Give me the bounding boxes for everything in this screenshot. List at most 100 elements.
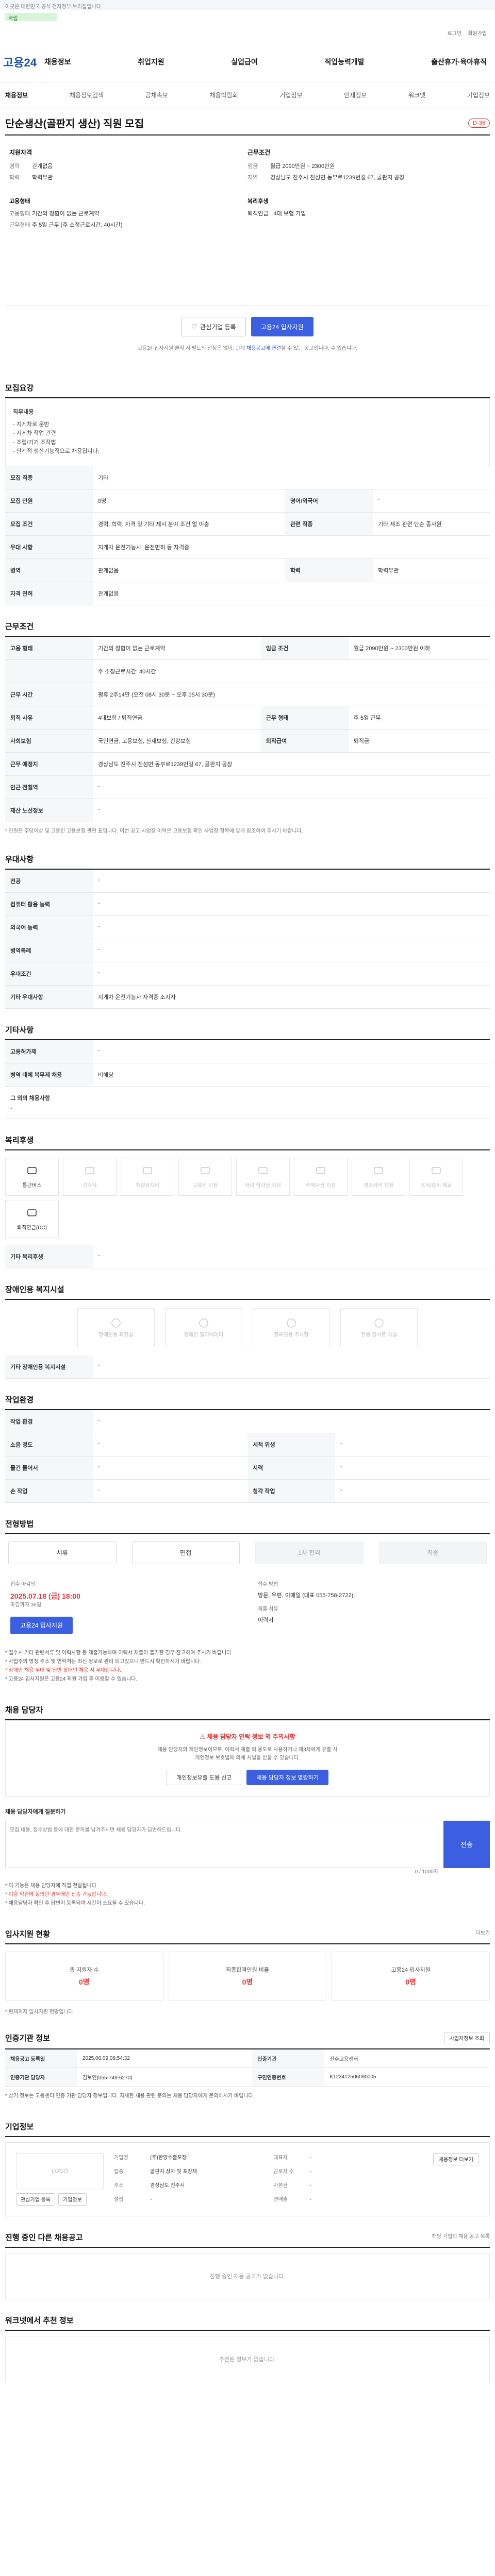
inquiry-counter: 0 / 1000자 — [415, 1869, 438, 1875]
subnav-item[interactable]: 채용박람회 — [210, 91, 238, 99]
preference-table: 전공 - 컴퓨터 활용 능력 - 외국어 능력 - 병역특례 - 우대조건 - 기타 우대사항 지게차… — [5, 869, 490, 1009]
row-label: 관련 직종 — [285, 512, 373, 536]
row-label: 우대 사항 — [5, 535, 93, 559]
site-logo[interactable]: 고용24 — [3, 54, 39, 70]
row-label: 시력 — [248, 1456, 335, 1480]
subnav-item[interactable]: 기업정보 — [279, 91, 302, 99]
stat-card: 총 지원자 수 0명 — [5, 1951, 163, 2001]
disability-item: 장애인용 화장실 — [77, 1308, 155, 1347]
disability-item: 장애인 엘리베이터 — [165, 1308, 242, 1347]
welfare-icon — [142, 1165, 153, 1181]
row-label: 물건 들어서 — [5, 1456, 93, 1480]
row-label: 인증기관 — [252, 2049, 325, 2068]
subnav-item[interactable]: 워크넷 — [408, 91, 425, 99]
signup-link[interactable]: 회원가입 — [468, 29, 487, 37]
summary-row: 근무형태 주 5일 근무 (주 소정근로시간: 40시간) — [9, 221, 248, 229]
more-jobs-button[interactable]: 채용정보 더보기 — [433, 2153, 479, 2165]
disability-label: 장애인용 주차장 — [274, 1332, 309, 1338]
note-line: * 접수시 기타 관련서류 및 이력사항 등 제출가능하며 이력서 제출이 불가… — [5, 1650, 233, 1656]
welfare-icon — [200, 1165, 211, 1181]
row-value: - — [372, 489, 490, 513]
footer-space — [5, 2382, 490, 2475]
gnb-item-training[interactable]: 직업능력개발 — [324, 57, 364, 67]
welfare-label: 퇴직연금(DC) — [17, 1225, 47, 1231]
row-label: 작업 환경 — [5, 1410, 93, 1433]
stat-card: 고용24 입사지원 0명 — [332, 1951, 490, 2001]
duty-line: - 조립/기기 조작법 — [13, 439, 56, 446]
row-label: 경력 — [9, 163, 20, 170]
gov-flag: 국립 — [5, 13, 57, 22]
apply-button[interactable]: 고용24 입사지원 — [251, 317, 314, 336]
login-link[interactable]: 로그인 — [448, 29, 462, 37]
view-contact-button[interactable]: 채용 담당자 정보 열람하기 — [246, 1769, 328, 1785]
company-interest-button[interactable]: 관심기업 등록 — [16, 2193, 55, 2206]
inquiry-send-button[interactable]: 전송 — [443, 1820, 490, 1868]
company-info-button[interactable]: 기업정보 — [58, 2193, 87, 2206]
table-row: 외국어 능력 - — [5, 916, 490, 939]
row-label: 대표자 — [273, 2155, 288, 2161]
inquiry-input[interactable] — [5, 1820, 438, 1868]
environment-section: 작업환경 작업 환경 - 소음 정도 - 세척 위생 - 물건 들어서 - 시력 - 손 작업 - 청각… — [5, 1394, 490, 1503]
recommend-section: 워크넷에서 추천 정보 추천된 정보가 없습니다. — [5, 2315, 490, 2382]
row-label: 병역특례 — [5, 939, 93, 962]
accessibility-icon — [110, 1317, 122, 1330]
apply-button-2[interactable]: 고용24 입사지원 — [10, 1616, 73, 1634]
row-label: 사회보험 — [5, 729, 93, 753]
subnav-item[interactable]: 채용정보 — [5, 91, 28, 99]
section-title: 워크넷에서 추천 정보 — [5, 2315, 490, 2331]
welfare-icon — [84, 1165, 95, 1181]
selection-notes: * 접수시 기타 관련서류 및 이력사항 등 제출가능하며 이력서 제출이 불가… — [5, 1643, 490, 1689]
table-row: 소음 정도 - 세척 위생 - — [5, 1433, 490, 1456]
section-header: 진행 중인 다른 채용공고 해당 기업의 채용 공고 목록 — [5, 2232, 490, 2248]
welfare-label: 조식/중식 제공 — [420, 1182, 452, 1189]
section-title: 입사지원 현황 — [5, 1929, 50, 1939]
subnav-item[interactable]: 기업정보 — [467, 91, 490, 99]
agency-note: * 상기 정보는 고용센터 인증 기관 담당자 정보입니다. 자세한 채용 관련… — [5, 2093, 255, 2099]
table-row: 주 소정근로시간: 40시간 — [5, 659, 490, 683]
environment-table: 작업 환경 - 소음 정도 - 세척 위생 - 물건 들어서 - 시력 - 손 작업 - 청각 작업 - — [5, 1410, 490, 1503]
row-label: 외국어 능력 — [5, 916, 93, 939]
section-title: 진행 중인 다른 채용공고 — [5, 2233, 83, 2242]
table-row: 근무 시간 평휴 2주14만 (오전 08시 30분 ~ 오후 05시 30분) — [5, 683, 490, 706]
etc-extra-label: 그 외의 채용사항 — [10, 1095, 50, 1101]
empty-state: 추천된 정보가 없습니다. — [5, 2335, 490, 2382]
accessibility-icon — [198, 1317, 209, 1330]
summary-row: 경력 관계없음 — [9, 162, 248, 170]
row-label: 고용허가제 — [5, 1040, 93, 1063]
table-row: 전공 - — [5, 869, 490, 893]
step-final: 최종 — [378, 1541, 487, 1564]
subnav-item[interactable]: 채용정보검색 — [70, 91, 104, 99]
notice-link[interactable]: 관계 채용공고에 연결 — [236, 346, 281, 351]
interest-company-button[interactable]: ♡ 관심기업 등록 — [182, 317, 246, 336]
note-line: * 장애인 채용 우대 및 일반 장애인 채용 시 우대합니다. — [5, 1667, 121, 1673]
row-label: 구인인증번호 — [252, 2067, 325, 2087]
summary-emp-title: 고용형태 — [9, 198, 30, 205]
table-row: 사회보험 국민연금, 고용보험, 산재보험, 건강보험 퇴직급여 퇴직금 — [5, 729, 490, 753]
inquiry-notes: * 이 기능은 채용 담당자에 직접 전달됩니다. * 이용 약관에 동의한 경… — [5, 1876, 490, 1913]
disability-item: 전용 경사로 시설 — [340, 1308, 418, 1347]
biz-info-button[interactable]: 사업자정보 조회 — [443, 2031, 490, 2044]
summary-row: 고용형태 기간의 정함이 없는 근로계약 — [9, 209, 248, 217]
gnb-item-jobs[interactable]: 채용정보 — [44, 57, 71, 67]
note-line: * 고용24 입사지원은 고용24 회원 가입 후 이용할 수 있습니다. — [5, 1676, 138, 1682]
gnb-item-employment-support[interactable]: 취업지원 — [138, 57, 164, 67]
subnav-item[interactable]: 공채속보 — [145, 91, 168, 99]
section-title: 인증기관 정보 — [5, 2034, 50, 2043]
row-label: 근무 형태 — [260, 706, 349, 730]
section-title: 장애인용 복지시설 — [5, 1284, 490, 1300]
table-row: 기타 장애인용 복지시설 - — [5, 1355, 490, 1379]
row-label — [5, 659, 93, 683]
section-header: 인증기관 정보 사업자정보 조회 — [5, 2031, 490, 2049]
step-document: 서류 — [8, 1541, 117, 1564]
row-label: 모집 직종 — [5, 466, 93, 489]
welfare-item: 교육비 지원 — [178, 1157, 232, 1196]
more-link[interactable]: 더보기 — [475, 1929, 490, 1938]
inquiry-title: 채용 담당자에게 질문하기 — [5, 1808, 66, 1815]
gnb-item-leave[interactable]: 출산휴가·육아휴직 — [431, 57, 487, 67]
welfare-item: 자녀 학자금 지원 — [236, 1157, 290, 1196]
welfare-item: 통근버스 — [5, 1157, 59, 1196]
gnb-item-unemployment[interactable]: 실업급여 — [231, 57, 258, 67]
report-leak-button[interactable]: 개인정보유출 도용 신고 — [167, 1769, 242, 1785]
subnav-item[interactable]: 인재정보 — [344, 91, 367, 99]
contact-warning-line: 개인정보 보호법에 의해 처벌을 받을 수 있습니다. — [195, 1755, 300, 1761]
